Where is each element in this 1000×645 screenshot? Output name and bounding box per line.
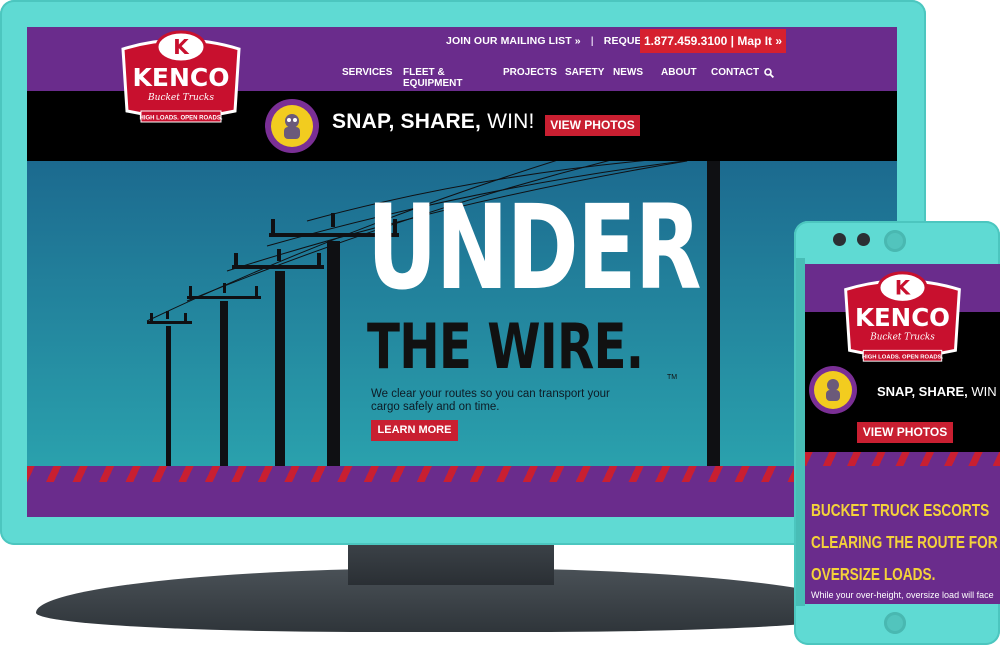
logo-tagline: HIGH LOADS. OPEN ROADS. — [139, 116, 222, 122]
nav-item-contact[interactable]: CONTACT — [711, 67, 767, 89]
promo-win-text: WIN! — [481, 110, 535, 133]
phone-side-edge — [796, 258, 805, 606]
mobile-promo-snap-text: SNAP, SHARE, — [877, 384, 968, 399]
mobile-logo-subname: Bucket Trucks — [869, 333, 935, 343]
main-nav: SERVICES FLEET & EQUIPMENT PROJECTS SAFE… — [342, 67, 767, 89]
hero-title-line1: UNDER — [367, 179, 702, 316]
mobile-contest-badge-inner — [814, 371, 852, 409]
mobile-promo-headline: SNAP, SHARE, WIN — [877, 384, 997, 399]
phone-map-button[interactable]: 1.877.459.3100 | Map It » — [640, 29, 786, 53]
phone-speaker — [884, 230, 906, 252]
contest-badge-inner — [271, 105, 313, 147]
mailing-list-link[interactable]: JOIN OUR MAILING LIST » — [446, 35, 581, 47]
desktop-website-screen: JOIN OUR MAILING LIST » | REQUEST A QUOT… — [27, 27, 897, 517]
promo-snap-text: SNAP, SHARE, — [332, 110, 482, 133]
mobile-view-photos-button[interactable]: VIEW PHOTOS — [857, 422, 953, 443]
mobile-promo-win-text: WIN — [967, 384, 997, 399]
phone-camera-icon — [833, 233, 846, 246]
mobile-headline: BUCKET TRUCK ESCORTS CLEARING THE ROUTE … — [811, 494, 1000, 590]
search-icon[interactable] — [764, 68, 774, 78]
mobile-logo-wordmark: KENCO — [855, 303, 950, 332]
mobile-hazard-stripes — [805, 452, 1000, 466]
hazard-stripe-band — [27, 466, 897, 482]
foreground-pole — [707, 161, 720, 466]
footer-band — [27, 482, 897, 517]
hero-tagline: We clear your routes so you can transpor… — [371, 388, 610, 413]
trademark-mark: TM — [667, 374, 678, 381]
phone-sensor-icon — [857, 233, 870, 246]
mobile-logo-letter: K — [895, 276, 911, 299]
logo-wordmark: KENCO — [133, 63, 230, 92]
nav-item-news[interactable]: NEWS — [613, 67, 661, 89]
mobile-headline-line2: CLEARING THE ROUTE FOR — [811, 532, 998, 552]
view-photos-button[interactable]: VIEW PHOTOS — [545, 115, 640, 136]
mascot-icon — [284, 114, 300, 139]
kenco-logo[interactable]: K KENCO Bucket Trucks HIGH LOADS. OPEN R… — [119, 27, 243, 129]
nav-item-fleet-equipment[interactable]: FLEET & EQUIPMENT — [403, 67, 503, 89]
mobile-body-text: While your over-height, oversize load wi… — [811, 590, 994, 600]
monitor-stand-neck — [348, 545, 554, 585]
nav-item-services[interactable]: SERVICES — [342, 67, 403, 89]
utility-separator: | — [590, 35, 594, 47]
learn-more-button[interactable]: LEARN MORE — [371, 420, 458, 441]
logo-subname: Bucket Trucks — [147, 93, 214, 103]
phone-home-button — [884, 612, 906, 634]
mobile-kenco-logo[interactable]: K KENCO Bucket Trucks HIGH LOADS. OPEN R… — [839, 268, 966, 368]
mobile-headline-line1: BUCKET TRUCK ESCORTS — [811, 500, 990, 520]
mobile-mascot-icon — [826, 379, 840, 401]
promo-headline: SNAP, SHARE, WIN! — [332, 110, 535, 134]
logo-letter: K — [173, 35, 190, 59]
nav-item-about[interactable]: ABOUT — [661, 67, 711, 89]
mobile-logo-tagline: HIGH LOADS. OPEN ROADS. — [862, 355, 944, 361]
mobile-website-screen: SNAP, SHARE, WIN VIEW PHOTOS BUCKET TRUC… — [805, 264, 1000, 604]
nav-item-projects[interactable]: PROJECTS — [503, 67, 565, 89]
hero-title-line2: THE WIRE. — [367, 310, 644, 383]
nav-item-safety[interactable]: SAFETY — [565, 67, 613, 89]
mobile-headline-line3: OVERSIZE LOADS. — [811, 564, 936, 584]
